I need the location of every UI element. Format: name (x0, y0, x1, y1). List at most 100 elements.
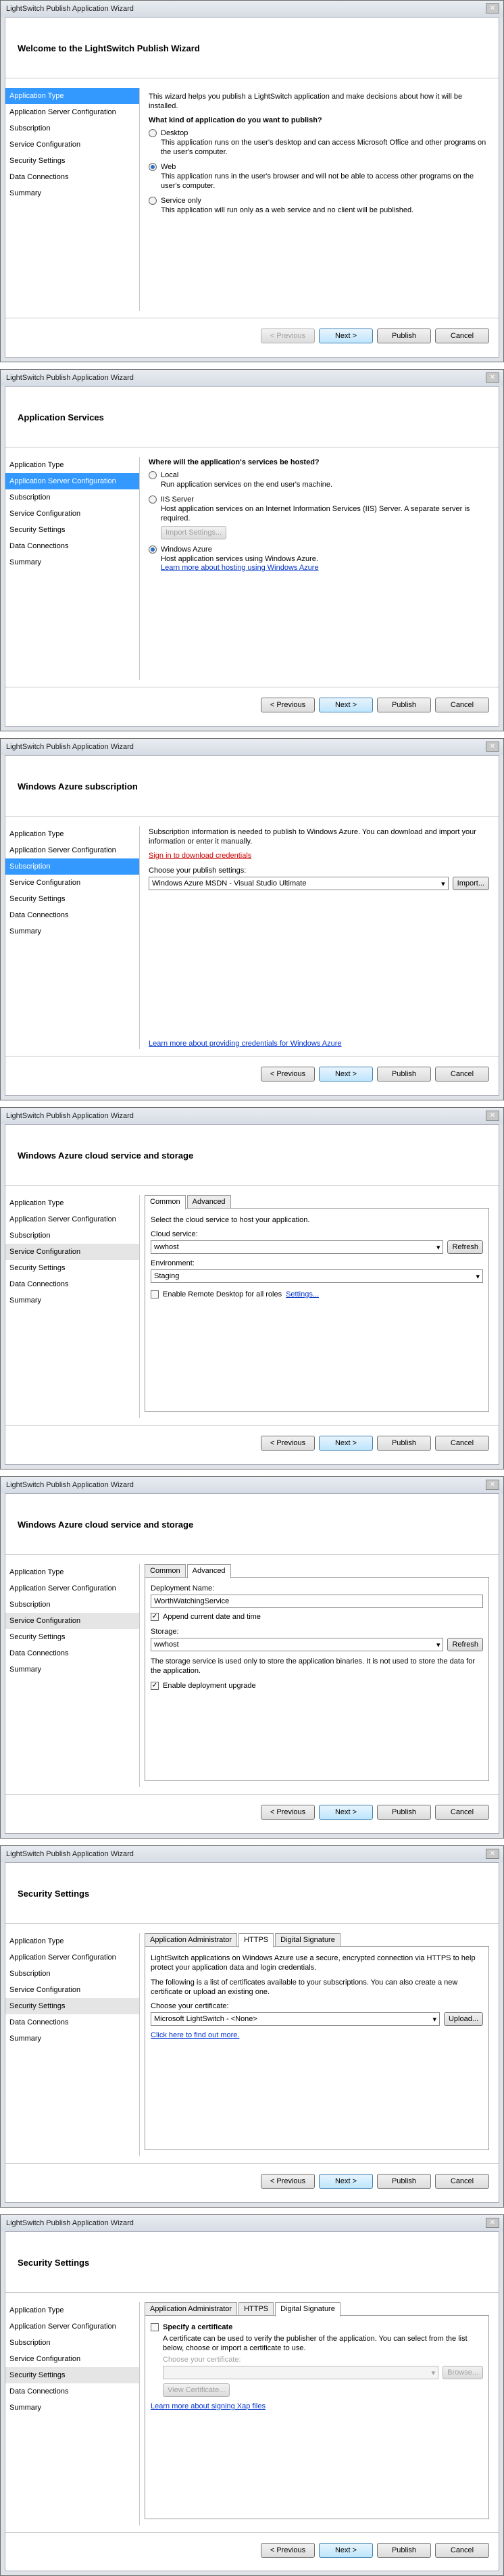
step-application-server-configuration[interactable]: Application Server Configuration (5, 1580, 139, 1597)
step-service-configuration[interactable]: Service Configuration (5, 506, 139, 522)
cancel-button[interactable]: Cancel (435, 2543, 489, 2558)
step-security-settings[interactable]: Security Settings (5, 1260, 139, 1276)
tab-digital-signature[interactable]: Digital Signature (275, 1933, 341, 1947)
next-button[interactable]: Next > (319, 329, 373, 343)
browse-button[interactable]: Browse... (443, 2366, 483, 2379)
import-button[interactable]: Import... (452, 877, 489, 890)
close-icon[interactable]: ✕ (486, 742, 499, 752)
certificate-select[interactable]: ▾ (163, 2366, 439, 2379)
cancel-button[interactable]: Cancel (435, 2174, 489, 2189)
publish-settings-select[interactable]: Windows Azure MSDN - Visual Studio Ultim… (149, 877, 449, 890)
next-button[interactable]: Next > (319, 1436, 373, 1451)
step-summary[interactable]: Summary (5, 185, 139, 201)
step-subscription[interactable]: Subscription (5, 1228, 139, 1244)
step-data-connections[interactable]: Data Connections (5, 2014, 139, 2031)
previous-button[interactable]: < Previous (261, 698, 315, 712)
next-button[interactable]: Next > (319, 2543, 373, 2558)
previous-button[interactable]: < Previous (261, 1805, 315, 1820)
cloud-service-select[interactable]: wwhost ▾ (151, 1240, 444, 1254)
close-icon[interactable]: ✕ (486, 372, 499, 383)
step-application-server-configuration[interactable]: Application Server Configuration (5, 1949, 139, 1966)
radio-button[interactable] (149, 129, 157, 137)
specify-certificate-checkbox[interactable] (151, 2323, 159, 2331)
step-subscription[interactable]: Subscription (5, 489, 139, 506)
step-service-configuration[interactable]: Service Configuration (5, 2351, 139, 2367)
step-application-type[interactable]: Application Type (5, 1933, 139, 1949)
tab-common[interactable]: Common (145, 1195, 186, 1209)
step-service-configuration[interactable]: Service Configuration (5, 1613, 139, 1629)
radio-local[interactable]: Local Run application services on the end… (149, 470, 489, 489)
environment-select[interactable]: Staging ▾ (151, 1269, 483, 1283)
cancel-button[interactable]: Cancel (435, 1067, 489, 1082)
cancel-button[interactable]: Cancel (435, 329, 489, 343)
step-security-settings[interactable]: Security Settings (5, 2367, 139, 2383)
tab-common[interactable]: Common (145, 1564, 186, 1578)
step-application-server-configuration[interactable]: Application Server Configuration (5, 473, 139, 489)
step-service-configuration[interactable]: Service Configuration (5, 875, 139, 891)
step-data-connections[interactable]: Data Connections (5, 1276, 139, 1292)
step-application-server-configuration[interactable]: Application Server Configuration (5, 842, 139, 858)
tab-digital-signature[interactable]: Digital Signature (275, 2302, 341, 2316)
step-subscription[interactable]: Subscription (5, 120, 139, 137)
step-security-settings[interactable]: Security Settings (5, 153, 139, 169)
step-subscription[interactable]: Subscription (5, 2335, 139, 2351)
storage-select[interactable]: wwhost ▾ (151, 1638, 444, 1651)
step-security-settings[interactable]: Security Settings (5, 891, 139, 907)
radio-web[interactable]: Web This application runs in the user's b… (149, 162, 489, 191)
learn-more-azure-link[interactable]: Learn more about hosting using Windows A… (161, 564, 319, 572)
step-security-settings[interactable]: Security Settings (5, 1998, 139, 2014)
refresh-button[interactable]: Refresh (447, 1638, 483, 1651)
step-data-connections[interactable]: Data Connections (5, 2383, 139, 2400)
step-application-type[interactable]: Application Type (5, 2302, 139, 2318)
step-application-type[interactable]: Application Type (5, 1564, 139, 1580)
cancel-button[interactable]: Cancel (435, 1436, 489, 1451)
tab-https[interactable]: HTTPS (238, 2302, 274, 2316)
step-application-server-configuration[interactable]: Application Server Configuration (5, 1211, 139, 1228)
tab-https[interactable]: HTTPS (238, 1933, 274, 1947)
import-settings-button[interactable]: Import Settings... (161, 526, 227, 539)
append-date-checkbox[interactable]: ✓ (151, 1613, 159, 1621)
radio-button[interactable] (149, 495, 157, 504)
step-service-configuration[interactable]: Service Configuration (5, 1244, 139, 1260)
radio-windows-azure[interactable]: Windows Azure Host application services u… (149, 545, 489, 572)
find-out-more-link[interactable]: Click here to find out more. (151, 2031, 483, 2039)
settings-link[interactable]: Settings... (286, 1290, 319, 1298)
step-subscription[interactable]: Subscription (5, 858, 139, 875)
radio-button[interactable] (149, 197, 157, 205)
upload-button[interactable]: Upload... (443, 2012, 483, 2026)
step-data-connections[interactable]: Data Connections (5, 169, 139, 185)
step-security-settings[interactable]: Security Settings (5, 522, 139, 538)
learn-more-signing-link[interactable]: Learn more about signing Xap files (151, 2402, 483, 2410)
publish-button[interactable]: Publish (377, 1805, 431, 1820)
previous-button[interactable]: < Previous (261, 2543, 315, 2558)
step-summary[interactable]: Summary (5, 2400, 139, 2416)
remote-desktop-checkbox[interactable] (151, 1290, 159, 1298)
step-application-server-configuration[interactable]: Application Server Configuration (5, 2318, 139, 2335)
step-service-configuration[interactable]: Service Configuration (5, 137, 139, 153)
close-icon[interactable]: ✕ (486, 3, 499, 14)
previous-button[interactable]: < Previous (261, 1436, 315, 1451)
learn-more-credentials-link[interactable]: Learn more about providing credentials f… (149, 1040, 342, 1048)
step-application-type[interactable]: Application Type (5, 1195, 139, 1211)
sign-in-link[interactable]: Sign in to download credentials (149, 852, 489, 860)
tab-application-administrator[interactable]: Application Administrator (145, 1933, 238, 1947)
step-summary[interactable]: Summary (5, 2031, 139, 2047)
close-icon[interactable]: ✕ (486, 1480, 499, 1490)
step-security-settings[interactable]: Security Settings (5, 1629, 139, 1645)
radio-button[interactable] (149, 471, 157, 479)
step-summary[interactable]: Summary (5, 1292, 139, 1309)
next-button[interactable]: Next > (319, 1805, 373, 1820)
next-button[interactable]: Next > (319, 1067, 373, 1082)
step-subscription[interactable]: Subscription (5, 1597, 139, 1613)
close-icon[interactable]: ✕ (486, 2218, 499, 2228)
cancel-button[interactable]: Cancel (435, 698, 489, 712)
previous-button[interactable]: < Previous (261, 2174, 315, 2189)
step-summary[interactable]: Summary (5, 1661, 139, 1678)
step-application-server-configuration[interactable]: Application Server Configuration (5, 104, 139, 120)
next-button[interactable]: Next > (319, 2174, 373, 2189)
step-summary[interactable]: Summary (5, 554, 139, 570)
close-icon[interactable]: ✕ (486, 1849, 499, 1859)
step-application-type[interactable]: Application Type (5, 457, 139, 473)
tab-application-administrator[interactable]: Application Administrator (145, 2302, 238, 2316)
certificate-select[interactable]: Microsoft LightSwitch - <None> ▾ (151, 2012, 440, 2026)
